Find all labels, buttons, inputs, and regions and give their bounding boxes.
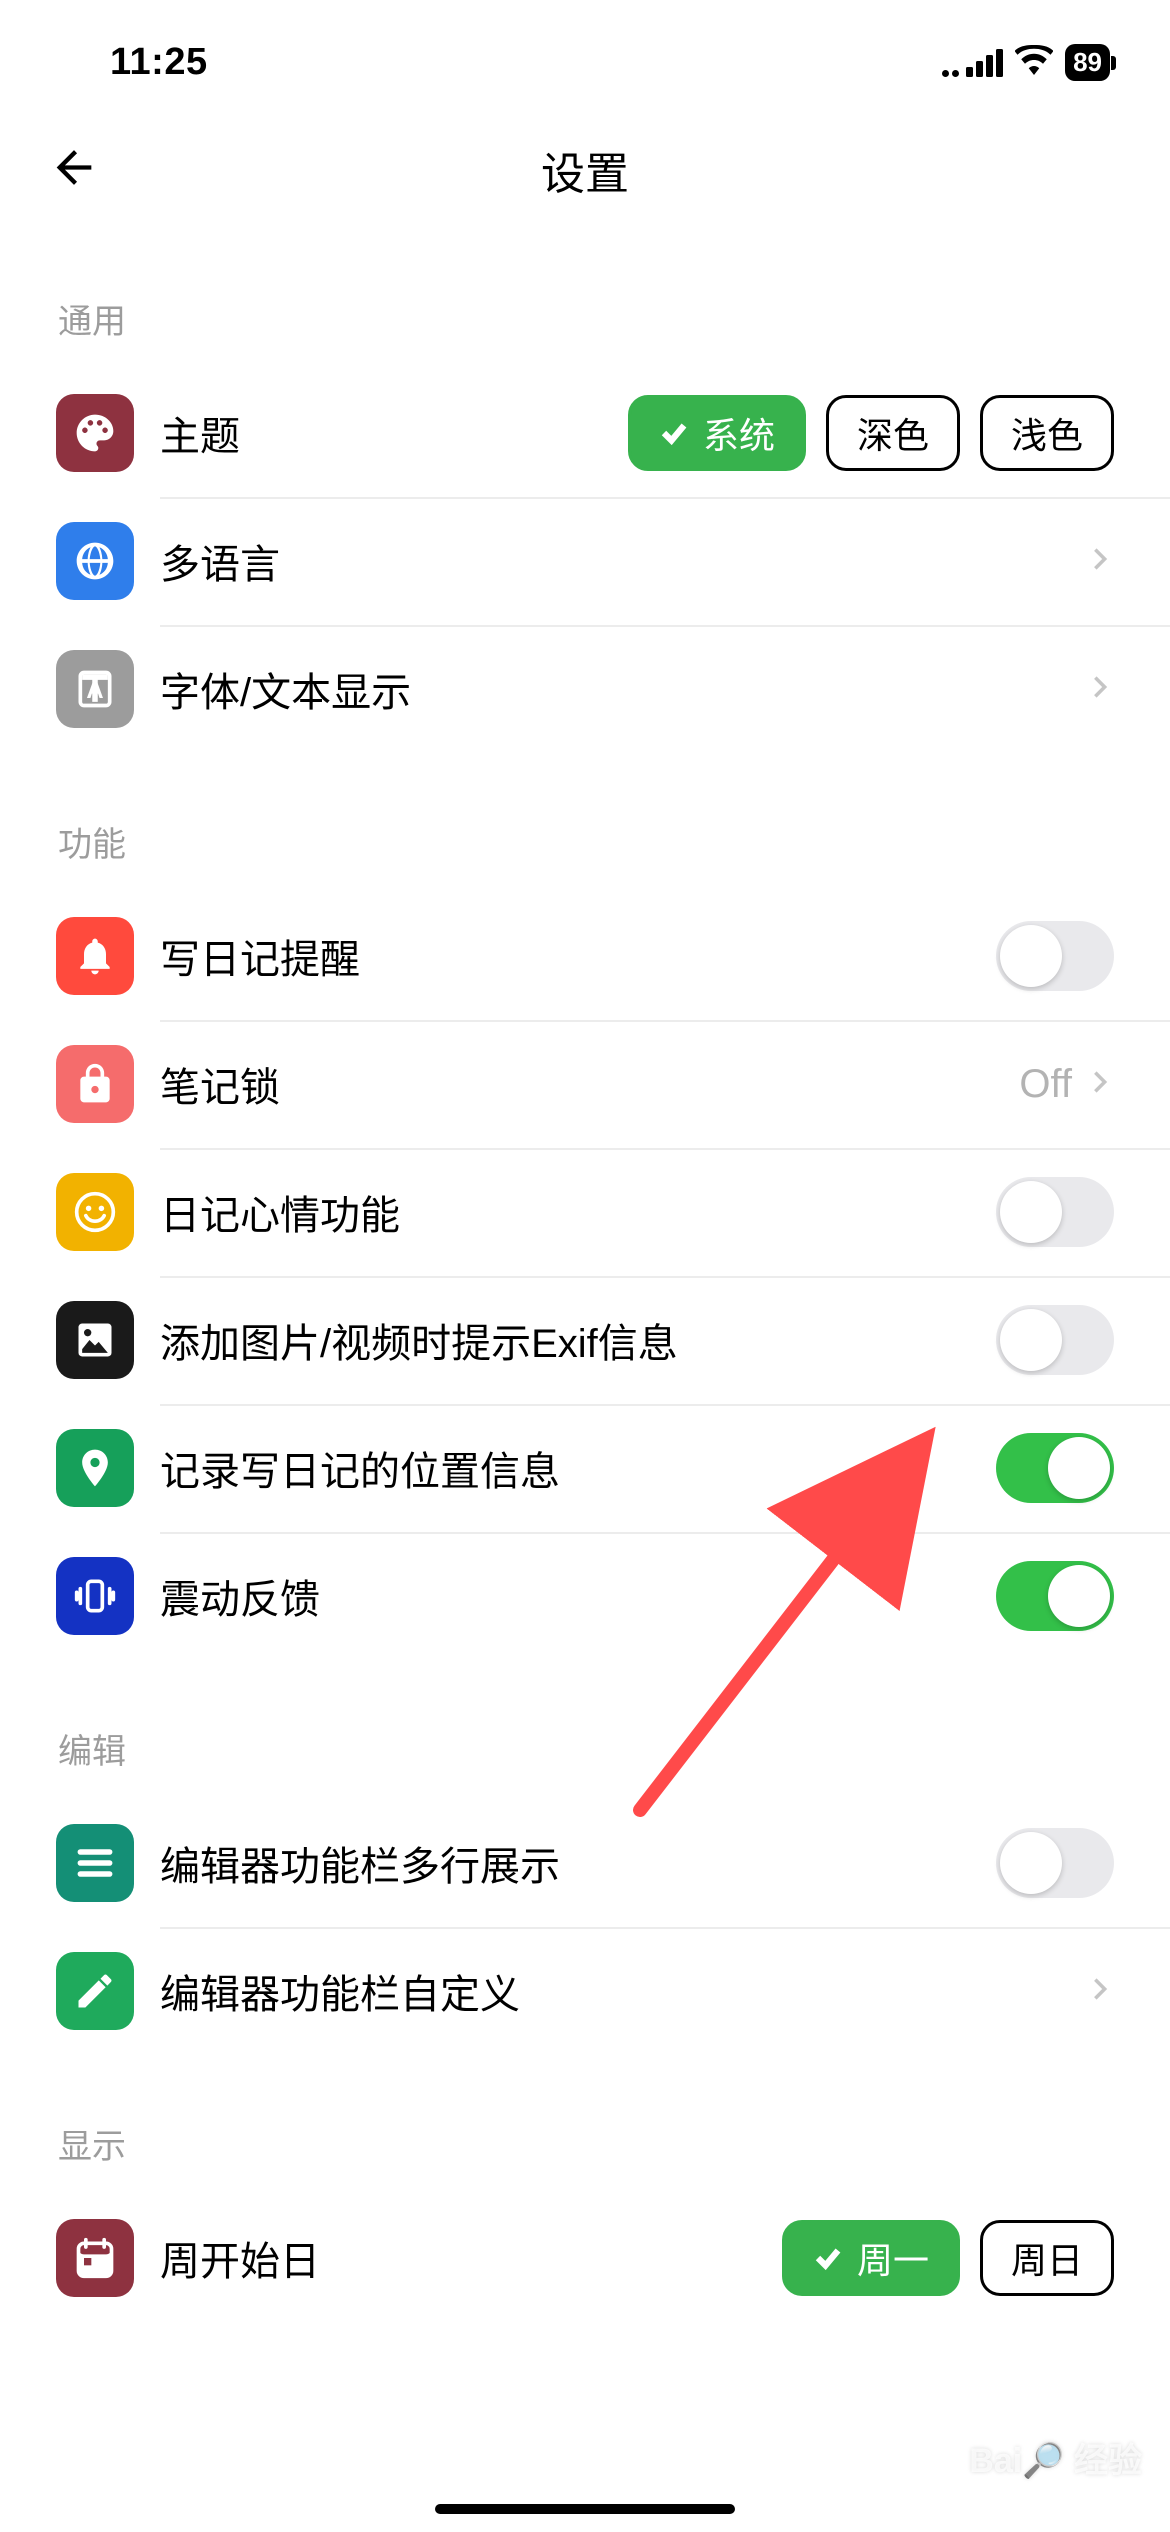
pencil-icon — [56, 1952, 134, 2030]
watermark: Bai🔎 经验 — [969, 2433, 1142, 2482]
section-edit: 编辑 编辑器功能栏多行展示 编辑器功能栏自定义 — [0, 1660, 1170, 2055]
row-font[interactable]: A 字体/文本显示 — [56, 625, 1114, 753]
calendar-icon — [56, 2219, 134, 2297]
lock-label: 笔记锁 — [160, 1055, 1019, 1113]
page-title: 设置 — [541, 138, 629, 202]
editor-multiline-toggle[interactable] — [996, 1828, 1114, 1898]
row-exif: 添加图片/视频时提示Exif信息 — [56, 1276, 1114, 1404]
language-label: 多语言 — [160, 532, 1086, 590]
lock-value: Off — [1019, 1062, 1072, 1107]
bell-icon — [56, 917, 134, 995]
theme-segmented: 系统 深色 浅色 — [628, 395, 1114, 471]
chevron-right-icon — [1086, 673, 1114, 706]
home-indicator — [435, 2504, 735, 2514]
location-icon — [56, 1429, 134, 1507]
section-display: 显示 周开始日 周一 周日 — [0, 2055, 1170, 2322]
editor-multiline-label: 编辑器功能栏多行展示 — [160, 1834, 996, 1892]
row-reminder: 写日记提醒 — [56, 892, 1114, 1020]
theme-option-dark[interactable]: 深色 — [826, 395, 960, 471]
nav-bar: 设置 — [0, 110, 1170, 230]
weekstart-label: 周开始日 — [160, 2229, 782, 2287]
theme-label: 主题 — [160, 404, 628, 462]
row-location: 记录写日记的位置信息 — [56, 1404, 1114, 1532]
row-editor-customize[interactable]: 编辑器功能栏自定义 — [56, 1927, 1114, 2055]
signal-icon — [942, 49, 1003, 77]
section-header-features: 功能 — [56, 753, 1114, 892]
row-language[interactable]: 多语言 — [56, 497, 1114, 625]
editor-customize-label: 编辑器功能栏自定义 — [160, 1962, 1086, 2020]
back-button[interactable] — [48, 142, 100, 199]
row-editor-multiline: 编辑器功能栏多行展示 — [56, 1799, 1114, 1927]
wifi-icon — [1015, 45, 1053, 80]
theme-option-system[interactable]: 系统 — [628, 395, 806, 471]
list-icon — [56, 1824, 134, 1902]
location-label: 记录写日记的位置信息 — [160, 1439, 996, 1497]
reminder-toggle[interactable] — [996, 921, 1114, 991]
svg-text:A: A — [86, 677, 103, 704]
mood-label: 日记心情功能 — [160, 1183, 996, 1241]
chevron-right-icon — [1086, 545, 1114, 578]
vibration-toggle[interactable] — [996, 1561, 1114, 1631]
battery-level: 89 — [1073, 47, 1102, 78]
weekstart-option-monday-label: 周一 — [857, 2232, 929, 2284]
font-label: 字体/文本显示 — [160, 660, 1086, 718]
location-toggle[interactable] — [996, 1433, 1114, 1503]
section-general: 通用 主题 系统 深色 浅色 多语言 A 字体/文本显示 — [0, 230, 1170, 753]
exif-toggle[interactable] — [996, 1305, 1114, 1375]
smile-icon — [56, 1173, 134, 1251]
exif-label: 添加图片/视频时提示Exif信息 — [160, 1311, 996, 1369]
section-header-display: 显示 — [56, 2055, 1114, 2194]
chevron-right-icon — [1086, 1068, 1114, 1101]
row-lock[interactable]: 笔记锁 Off — [56, 1020, 1114, 1148]
theme-option-system-label: 系统 — [703, 407, 775, 459]
weekstart-option-monday[interactable]: 周一 — [782, 2220, 960, 2296]
lock-icon — [56, 1045, 134, 1123]
status-right: 89 — [942, 44, 1110, 81]
weekstart-option-sunday[interactable]: 周日 — [980, 2220, 1114, 2296]
reminder-label: 写日记提醒 — [160, 927, 996, 985]
status-time: 11:25 — [110, 41, 208, 84]
vibration-label: 震动反馈 — [160, 1567, 996, 1625]
palette-icon — [56, 394, 134, 472]
vibration-icon — [56, 1557, 134, 1635]
section-header-general: 通用 — [56, 230, 1114, 369]
row-theme: 主题 系统 深色 浅色 — [56, 369, 1114, 497]
theme-option-light-label: 浅色 — [1011, 407, 1083, 459]
status-bar: 11:25 89 — [0, 0, 1170, 110]
row-vibration: 震动反馈 — [56, 1532, 1114, 1660]
watermark-text: Bai🔎 经验 — [969, 2442, 1142, 2480]
battery-indicator: 89 — [1065, 44, 1110, 81]
mood-toggle[interactable] — [996, 1177, 1114, 1247]
theme-option-light[interactable]: 浅色 — [980, 395, 1114, 471]
image-icon — [56, 1301, 134, 1379]
row-weekstart: 周开始日 周一 周日 — [56, 2194, 1114, 2322]
weekstart-option-sunday-label: 周日 — [1011, 2232, 1083, 2284]
globe-icon — [56, 522, 134, 600]
section-features: 功能 写日记提醒 笔记锁 Off 日记心情功能 添加图片/视频时提示Exif信息 — [0, 753, 1170, 1660]
font-icon: A — [56, 650, 134, 728]
section-header-edit: 编辑 — [56, 1660, 1114, 1799]
weekstart-segmented: 周一 周日 — [782, 2220, 1114, 2296]
chevron-right-icon — [1086, 1975, 1114, 2008]
row-mood: 日记心情功能 — [56, 1148, 1114, 1276]
theme-option-dark-label: 深色 — [857, 407, 929, 459]
